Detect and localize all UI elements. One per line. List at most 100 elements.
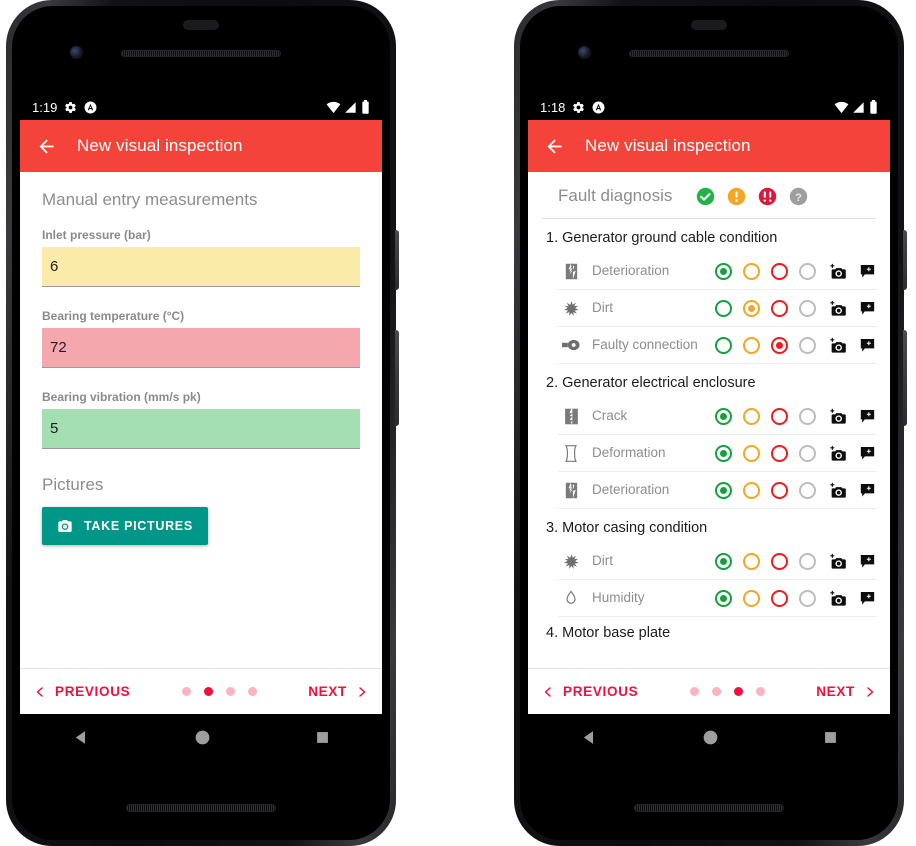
radio-critical[interactable] — [771, 299, 788, 317]
radio-unknown[interactable] — [799, 589, 816, 607]
next-button[interactable]: NEXT — [308, 684, 368, 699]
inlet-pressure-input[interactable]: 6 — [42, 247, 360, 287]
condition-radio-group — [715, 552, 816, 570]
volume-button[interactable] — [395, 330, 399, 426]
radio-ok[interactable] — [715, 552, 732, 570]
crack-icon — [558, 408, 584, 425]
nav-home-icon[interactable] — [195, 730, 210, 745]
status-ok-icon[interactable] — [696, 187, 715, 206]
radio-ok[interactable] — [715, 299, 732, 317]
page-dot[interactable] — [225, 687, 235, 696]
status-critical-icon[interactable] — [758, 187, 777, 206]
page-indicator-dots — [689, 687, 765, 696]
radio-unknown[interactable] — [799, 407, 816, 425]
nav-back-icon[interactable] — [581, 729, 598, 746]
page-dot[interactable] — [711, 687, 721, 696]
radio-warning[interactable] — [743, 481, 760, 499]
fault-diagnosis-label: Fault diagnosis — [558, 186, 673, 205]
group-title: 2. Generator electrical enclosure — [546, 375, 756, 391]
nav-recents-icon[interactable] — [316, 731, 329, 744]
add-photo-icon[interactable] — [829, 300, 847, 317]
add-note-icon[interactable] — [859, 553, 876, 569]
fault-row-label: Deterioration — [592, 482, 670, 498]
power-button[interactable] — [903, 230, 907, 290]
radio-unknown[interactable] — [799, 262, 816, 280]
previous-button[interactable]: PREVIOUS — [34, 684, 130, 699]
battery-icon — [362, 100, 369, 114]
add-photo-icon[interactable] — [829, 408, 847, 425]
condition-radio-group — [715, 262, 816, 280]
add-photo-icon[interactable] — [829, 337, 847, 354]
radio-warning[interactable] — [743, 552, 760, 570]
radio-unknown[interactable] — [799, 552, 816, 570]
row-actions — [829, 337, 876, 354]
add-photo-icon[interactable] — [829, 445, 847, 462]
add-photo-icon[interactable] — [829, 482, 847, 499]
add-note-icon[interactable] — [859, 300, 876, 316]
radio-warning[interactable] — [743, 407, 760, 425]
page-dot-active[interactable] — [203, 687, 213, 696]
fault-row: Dirt — [558, 543, 876, 580]
android-nav-bar — [528, 714, 890, 760]
add-note-icon[interactable] — [859, 590, 876, 606]
take-pictures-button[interactable]: TAKE PICTURES — [42, 507, 208, 545]
add-note-icon[interactable] — [859, 408, 876, 424]
back-arrow-icon[interactable] — [36, 136, 57, 157]
bottom-speaker — [126, 804, 276, 812]
page-dot[interactable] — [181, 687, 191, 696]
field-label: Inlet pressure (bar) — [42, 228, 151, 242]
page-dot[interactable] — [247, 687, 257, 696]
bearing-vibration-input[interactable]: 5 — [42, 409, 360, 449]
radio-unknown[interactable] — [799, 481, 816, 499]
status-warning-icon[interactable] — [727, 187, 746, 206]
add-note-icon[interactable] — [859, 263, 876, 279]
page-dot[interactable] — [689, 687, 699, 696]
avatar-icon — [84, 101, 97, 113]
humidity-icon — [558, 589, 584, 607]
notch-nub — [691, 20, 727, 30]
radio-critical[interactable] — [771, 262, 788, 280]
radio-warning[interactable] — [743, 299, 760, 317]
status-unknown-icon[interactable]: ? — [789, 187, 808, 206]
add-photo-icon[interactable] — [829, 590, 847, 607]
nav-back-icon[interactable] — [73, 729, 90, 746]
next-button[interactable]: NEXT — [816, 684, 876, 699]
radio-ok[interactable] — [715, 589, 732, 607]
add-note-icon[interactable] — [859, 482, 876, 498]
radio-unknown[interactable] — [799, 444, 816, 462]
radio-warning[interactable] — [743, 262, 760, 280]
radio-ok[interactable] — [715, 407, 732, 425]
radio-warning[interactable] — [743, 336, 760, 354]
nav-home-icon[interactable] — [703, 730, 718, 745]
radio-unknown[interactable] — [799, 299, 816, 317]
radio-warning[interactable] — [743, 589, 760, 607]
previous-button[interactable]: PREVIOUS — [542, 684, 638, 699]
bearing-temperature-input[interactable]: 72 — [42, 328, 360, 368]
add-photo-icon[interactable] — [829, 553, 847, 570]
radio-unknown[interactable] — [799, 336, 816, 354]
radio-warning[interactable] — [743, 444, 760, 462]
back-arrow-icon[interactable] — [544, 136, 565, 157]
add-note-icon[interactable] — [859, 445, 876, 461]
radio-critical[interactable] — [771, 481, 788, 499]
fault-row-label: Faulty connection — [592, 337, 698, 353]
radio-critical[interactable] — [771, 552, 788, 570]
add-photo-icon[interactable] — [829, 263, 847, 280]
pager-bar: PREVIOUS NEXT — [20, 668, 382, 714]
radio-ok[interactable] — [715, 262, 732, 280]
radio-critical[interactable] — [771, 444, 788, 462]
radio-critical[interactable] — [771, 336, 788, 354]
page-dot[interactable] — [755, 687, 765, 696]
radio-ok[interactable] — [715, 481, 732, 499]
fault-row-label: Deformation — [592, 445, 666, 461]
radio-critical[interactable] — [771, 407, 788, 425]
radio-critical[interactable] — [771, 589, 788, 607]
row-actions — [829, 590, 876, 607]
volume-button[interactable] — [903, 330, 907, 426]
radio-ok[interactable] — [715, 444, 732, 462]
add-note-icon[interactable] — [859, 337, 876, 353]
power-button[interactable] — [395, 230, 399, 290]
page-dot-active[interactable] — [733, 687, 743, 696]
radio-ok[interactable] — [715, 336, 732, 354]
nav-recents-icon[interactable] — [824, 731, 837, 744]
